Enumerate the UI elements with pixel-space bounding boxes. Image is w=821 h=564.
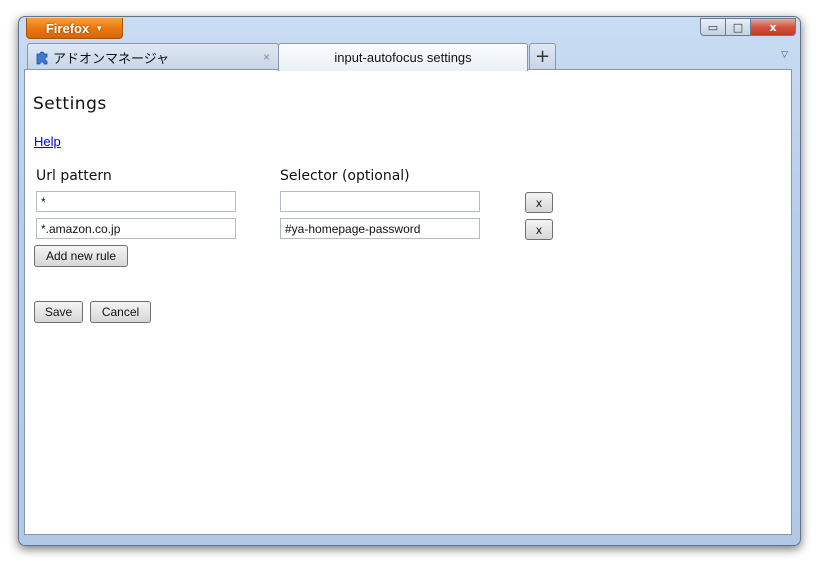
url-pattern-label: Url pattern xyxy=(36,168,112,184)
tab-addon-manager[interactable]: アドオンマネージャ × xyxy=(27,43,279,70)
selector-label: Selector (optional) xyxy=(280,168,410,184)
minimize-button[interactable]: ▭ xyxy=(700,18,726,36)
save-button[interactable]: Save xyxy=(34,301,83,323)
page-content: Settings Help Url pattern Selector (opti… xyxy=(24,69,792,535)
firefox-menu-button[interactable]: Firefox ▼ xyxy=(26,18,123,39)
tab-label: アドオンマネージャ xyxy=(53,50,170,66)
url-pattern-input-2[interactable] xyxy=(36,218,236,239)
chevron-down-icon: ▽ xyxy=(781,50,788,60)
plus-icon: + xyxy=(534,46,551,67)
browser-window: Firefox ▼ ▭ □ x アドオンマネージャ × input-autofo… xyxy=(18,16,801,546)
puzzle-piece-icon xyxy=(34,49,50,65)
close-icon: x xyxy=(769,20,777,34)
maximize-icon: □ xyxy=(732,20,744,34)
tab-input-autofocus-settings[interactable]: input-autofocus settings xyxy=(278,43,528,71)
url-pattern-input-1[interactable] xyxy=(36,191,236,212)
add-rule-button[interactable]: Add new rule xyxy=(34,245,128,267)
new-tab-button[interactable]: + xyxy=(529,43,556,69)
remove-rule-button-1[interactable]: x xyxy=(525,192,553,213)
firefox-menu-label: Firefox xyxy=(45,20,90,36)
tab-close-icon[interactable]: × xyxy=(263,50,270,64)
tab-strip: アドオンマネージャ × input-autofocus settings + ▽ xyxy=(19,42,800,71)
page-title: Settings xyxy=(33,94,107,114)
close-window-button[interactable]: x xyxy=(750,18,796,36)
remove-rule-button-2[interactable]: x xyxy=(525,219,553,240)
window-controls: ▭ □ x xyxy=(700,18,796,36)
selector-input-1[interactable] xyxy=(280,191,480,212)
maximize-button[interactable]: □ xyxy=(725,18,751,36)
selector-input-2[interactable] xyxy=(280,218,480,239)
help-link[interactable]: Help xyxy=(34,134,61,149)
cancel-button[interactable]: Cancel xyxy=(90,301,151,323)
minimize-icon: ▭ xyxy=(707,20,719,34)
tab-label: input-autofocus settings xyxy=(334,50,472,65)
dropdown-arrow-icon: ▼ xyxy=(95,23,104,33)
list-all-tabs-button[interactable]: ▽ xyxy=(781,50,788,60)
